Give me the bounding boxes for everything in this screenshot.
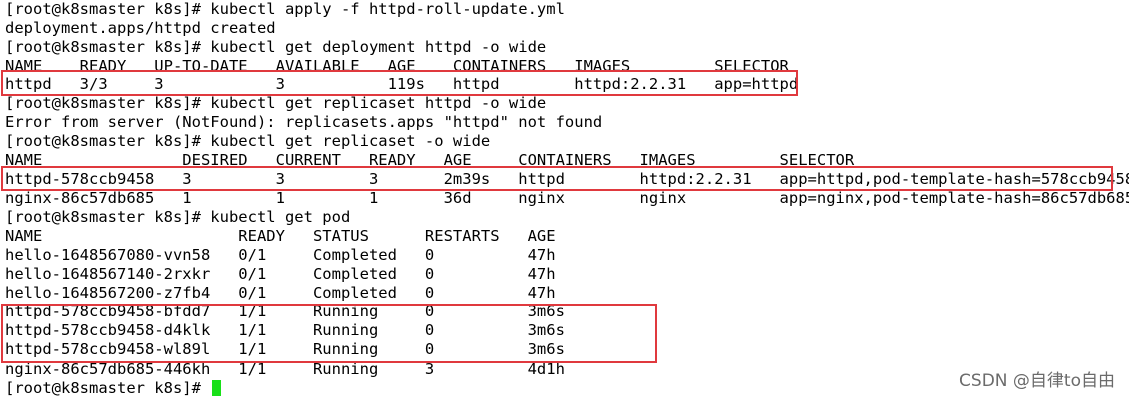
terminal-line: [root@k8smaster k8s]# kubectl get pod: [5, 208, 351, 226]
terminal-line: httpd 3/3 3 3 119s httpd httpd:2.2.31 ap…: [5, 75, 799, 93]
terminal-line: httpd-578ccb9458 3 3 3 2m39s httpd httpd…: [5, 170, 1129, 188]
terminal-line: httpd-578ccb9458-bfdd7 1/1 Running 0 3m6…: [5, 302, 565, 320]
terminal-line: hello-1648567080-vvn58 0/1 Completed 0 4…: [5, 246, 556, 264]
terminal-prompt-line[interactable]: [root@k8smaster k8s]#: [5, 379, 222, 398]
terminal-line: NAME READY UP-TO-DATE AVAILABLE AGE CONT…: [5, 57, 789, 75]
terminal-line: NAME READY STATUS RESTARTS AGE: [5, 227, 556, 245]
terminal-line: httpd-578ccb9458-wl89l 1/1 Running 0 3m6…: [5, 340, 565, 358]
watermark: CSDN @自律to自由: [959, 371, 1115, 391]
terminal-line: hello-1648567140-2rxkr 0/1 Completed 0 4…: [5, 265, 556, 283]
terminal-line: [root@k8smaster k8s]# kubectl get deploy…: [5, 38, 547, 56]
prompt-text: [root@k8smaster k8s]#: [5, 379, 211, 397]
terminal-line: Error from server (NotFound): replicaset…: [5, 113, 603, 131]
terminal-line: httpd-578ccb9458-d4klk 1/1 Running 0 3m6…: [5, 321, 565, 339]
terminal-line: deployment.apps/httpd created: [5, 19, 276, 37]
terminal-line: hello-1648567200-z7fb4 0/1 Completed 0 4…: [5, 284, 556, 302]
terminal-line: nginx-86c57db685 1 1 1 36d nginx nginx a…: [5, 189, 1129, 207]
terminal-line: NAME DESIRED CURRENT READY AGE CONTAINER…: [5, 151, 855, 169]
terminal-line: [root@k8smaster k8s]# kubectl get replic…: [5, 94, 547, 112]
terminal-line: nginx-86c57db685-446kh 1/1 Running 3 4d1…: [5, 360, 565, 378]
terminal-line: [root@k8smaster k8s]# kubectl get replic…: [5, 132, 491, 150]
terminal-line: [root@k8smaster k8s]# kubectl apply -f h…: [5, 0, 565, 18]
terminal-cursor: [212, 380, 222, 396]
terminal-window[interactable]: [root@k8smaster k8s]# kubectl apply -f h…: [0, 0, 1129, 401]
